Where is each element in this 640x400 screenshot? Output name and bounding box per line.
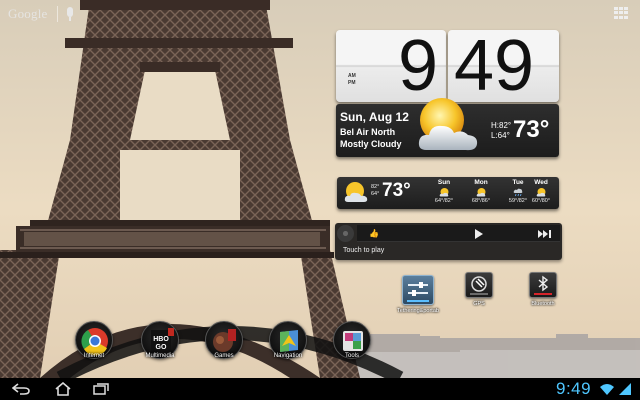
forecast-day-name: Sun	[437, 179, 451, 186]
forecast-day-sun: Sun 64°/82°	[426, 179, 462, 204]
touch-to-play-label[interactable]: Touch to play	[343, 247, 384, 254]
date-text: Sun, Aug 12	[340, 110, 409, 124]
rain-icon	[513, 188, 522, 197]
gps-toggle[interactable]: GPS	[456, 272, 502, 307]
svg-text:HBO: HBO	[153, 336, 169, 343]
bluetooth-toggle[interactable]: Bluetooth	[520, 272, 566, 307]
partly-sunny-icon	[476, 188, 485, 197]
am-pm-indicator: AM PM	[348, 73, 356, 86]
high-low-temp: H:82° L:64°	[491, 121, 512, 140]
toggle-indicator	[407, 300, 429, 302]
dock-games[interactable]: Games	[200, 321, 248, 359]
dock-label: Navigation	[273, 353, 303, 359]
weather-condition: Mostly Cloudy	[340, 139, 402, 149]
mostly-cloudy-icon	[418, 98, 478, 151]
dock-navigation[interactable]: Navigation	[264, 321, 312, 359]
svg-text:GO: GO	[156, 344, 167, 351]
forecast-now-temperature: 73°	[382, 180, 411, 201]
partly-sunny-icon	[439, 188, 448, 197]
hours-flip-card: AM PM 9	[336, 26, 446, 106]
clock-weather-widget[interactable]: AM PM 9 49 Sun, Aug 12 Bel Air North Mos…	[336, 26, 559, 157]
tethering-settings-icon[interactable]	[402, 275, 434, 305]
google-search-bar[interactable]: Google	[8, 5, 78, 23]
dock-label: Tools	[344, 353, 359, 359]
toggle-indicator	[470, 293, 488, 295]
partly-sunny-icon	[536, 188, 545, 197]
all-apps-icon[interactable]	[614, 7, 628, 19]
forecast-day-name: Wed	[534, 179, 548, 186]
forecast-day-mon: Mon 68°/86°	[463, 179, 499, 204]
forecast-widget[interactable]: 82° 64° 73° Sun 64°/82° Mon 68°/86° Tue …	[337, 177, 559, 209]
music-widget[interactable]: 👍 Touch to play	[335, 223, 562, 260]
forecast-day-range: 64°/82°	[434, 198, 454, 204]
forecast-day-name: Mon	[474, 179, 488, 186]
sliders-icon	[408, 282, 428, 296]
signal-strength-icon	[619, 383, 631, 395]
current-temperature: 73°	[513, 116, 550, 143]
search-divider	[57, 6, 59, 22]
home-icon[interactable]	[54, 382, 72, 396]
back-icon[interactable]	[12, 383, 30, 395]
google-logo[interactable]: Google	[8, 6, 47, 22]
album-art-icon[interactable]	[337, 225, 354, 242]
location-text: Bel Air North	[340, 127, 396, 137]
dock-internet[interactable]: Internet	[70, 321, 118, 359]
bluetooth-icon[interactable]	[529, 272, 557, 298]
forecast-now-high-low: 82° 64°	[371, 184, 380, 197]
thumbs-up-icon[interactable]: 👍	[369, 229, 379, 238]
play-icon[interactable]	[475, 229, 483, 239]
gps-icon[interactable]	[465, 272, 493, 298]
microphone-icon[interactable]	[66, 7, 74, 21]
recent-apps-icon[interactable]	[92, 382, 110, 396]
tethering-toggle[interactable]: Tethering&portab	[392, 275, 444, 314]
forecast-day-range: 68°/86°	[471, 198, 491, 204]
mostly-cloudy-icon	[344, 182, 368, 202]
next-track-bar	[549, 230, 551, 238]
forecast-day-wed: Wed 60°/80°	[523, 179, 559, 204]
status-bar-time[interactable]: 9:49	[556, 379, 591, 399]
toggle-indicator	[534, 293, 552, 295]
gps-label: GPS	[473, 301, 485, 307]
wifi-icon	[600, 384, 614, 395]
minutes-flip-card: 49	[448, 26, 559, 106]
dock-label: Multimedia	[145, 353, 175, 359]
forecast-day-range: 60°/80°	[531, 198, 551, 204]
bluetooth-label: Bluetooth	[531, 301, 555, 307]
satellite-icon	[471, 276, 487, 292]
music-controls: 👍	[357, 225, 560, 242]
dock-tools[interactable]: Tools	[328, 321, 376, 359]
dock-label: Internet	[83, 353, 105, 359]
bluetooth-rune-icon	[538, 275, 549, 292]
dock-label: Games	[214, 353, 234, 359]
dock-multimedia[interactable]: HBO GO Multimedia	[136, 321, 184, 359]
system-navigation-bar: 9:49	[0, 378, 640, 400]
